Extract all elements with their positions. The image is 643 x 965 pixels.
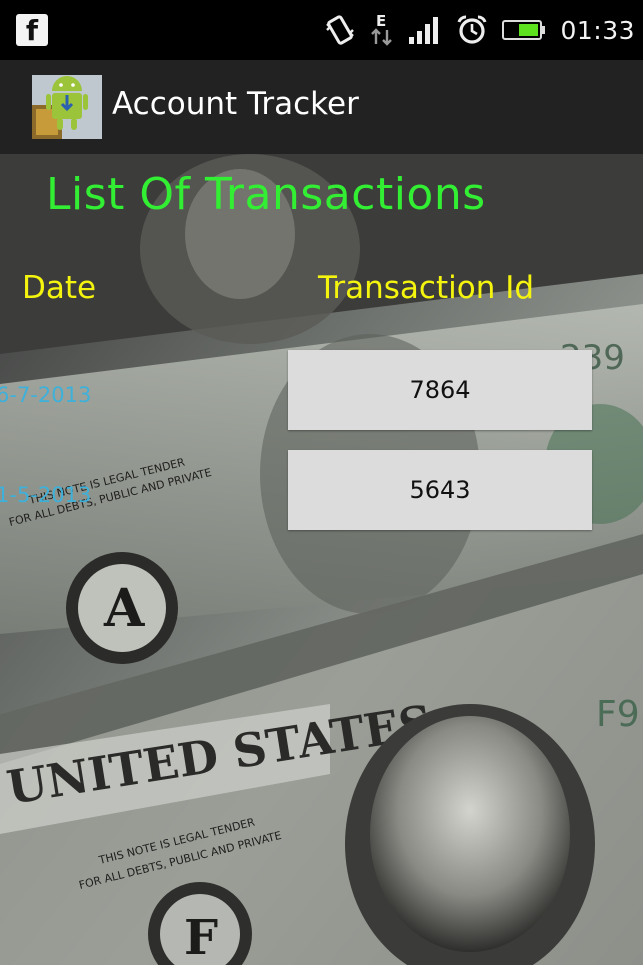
- app-title: Account Tracker: [112, 86, 359, 122]
- transaction-date: 1-5-2013: [0, 483, 92, 507]
- signal-icon: [408, 10, 442, 50]
- transaction-date: 6-7-2013: [0, 383, 92, 407]
- status-icons: E 01:33: [324, 0, 635, 60]
- transaction-id-button[interactable]: 5643: [288, 450, 592, 530]
- phone-screen: f E 01:33 Account Tracker A UNITED STATE…: [0, 0, 643, 965]
- alarm-icon: [456, 10, 488, 50]
- action-bar: Account Tracker: [0, 60, 643, 155]
- transaction-id-button[interactable]: 7864: [288, 350, 592, 430]
- transaction-id-column-header: Transaction Id: [318, 270, 535, 306]
- status-bar: f E 01:33: [0, 0, 643, 60]
- svg-text:F9: F9: [596, 694, 640, 735]
- svg-text:E: E: [376, 12, 386, 30]
- status-time: 01:33: [560, 15, 635, 45]
- transactions-screen: A UNITED STATES F THIS NOTE IS LEGAL TEN…: [0, 154, 643, 965]
- android-app-icon[interactable]: [32, 75, 102, 139]
- battery-icon: [502, 10, 546, 50]
- edge-data-icon: E: [370, 10, 394, 50]
- screen-title: List Of Transactions: [46, 169, 486, 220]
- facebook-icon[interactable]: f: [16, 14, 48, 46]
- date-column-header: Date: [22, 270, 97, 306]
- svg-text:F: F: [184, 910, 218, 965]
- svg-text:A: A: [103, 578, 145, 639]
- vibrate-icon: [324, 10, 356, 50]
